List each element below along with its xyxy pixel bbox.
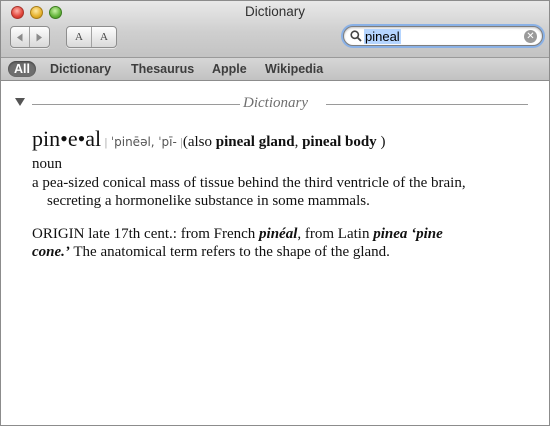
section-rule-left xyxy=(32,104,240,105)
section-header: Dictionary xyxy=(15,95,535,111)
also-open: (also xyxy=(182,134,216,150)
origin-latin-word: pinea ‘pine xyxy=(373,226,443,242)
also-comma: , xyxy=(294,134,303,150)
section-rule-right xyxy=(326,104,528,105)
font-size-buttons: A A xyxy=(66,26,117,48)
also-close: ) xyxy=(376,134,386,150)
scope-wikipedia[interactable]: Wikipedia xyxy=(259,61,329,77)
search-input[interactable]: pineal xyxy=(364,29,401,44)
pron-separator: | xyxy=(104,135,108,149)
origin-latin-gloss: cone.’ xyxy=(32,244,70,260)
font-larger-button[interactable]: A xyxy=(91,27,116,47)
origin-line-1: ORIGIN late 17th cent.: from French piné… xyxy=(32,226,443,243)
origin-text-c: , from Latin xyxy=(297,226,374,242)
search-icon xyxy=(350,30,362,42)
navigation-buttons xyxy=(10,26,50,48)
scope-thesaurus[interactable]: Thesaurus xyxy=(125,61,200,77)
scope-apple[interactable]: Apple xyxy=(206,61,253,77)
scope-all[interactable]: All xyxy=(8,61,36,77)
origin-text-a: ORIGIN late 17th cent.: from French xyxy=(32,226,260,242)
font-smaller-button[interactable]: A xyxy=(67,27,91,47)
definition-pane: Dictionary pin•e•al | ˈpinēəl, ˈpī- |(al… xyxy=(1,81,549,425)
forward-arrow-icon xyxy=(36,33,42,41)
title-bar: Dictionary A A pineal ✕ xyxy=(1,1,549,58)
window-title: Dictionary xyxy=(244,4,306,19)
dictionary-window: Dictionary A A pineal ✕ All Dictionary T… xyxy=(0,0,550,426)
back-button[interactable] xyxy=(11,27,29,47)
headword: pin•e•al xyxy=(32,126,102,151)
entry-headline: pin•e•al | ˈpinēəl, ˈpī- |(also pineal g… xyxy=(32,126,385,152)
section-title: Dictionary xyxy=(243,95,308,111)
clear-search-icon[interactable]: ✕ xyxy=(524,30,537,43)
scope-dictionary[interactable]: Dictionary xyxy=(44,61,117,77)
origin-text-f: The anatomical term refers to the shape … xyxy=(69,244,390,260)
pronunciation-1: ˈpinēəl, xyxy=(110,135,155,149)
definition-line-2: secreting a hormonelike substance in som… xyxy=(47,193,370,209)
definition-line-1: a pea-sized conical mass of tissue behin… xyxy=(32,175,466,191)
scope-bar: All Dictionary Thesaurus Apple Wikipedia xyxy=(1,58,549,81)
origin-line-2: cone.’ The anatomical term refers to the… xyxy=(32,244,390,261)
search-field[interactable]: pineal ✕ xyxy=(343,26,543,46)
also-term-2: pineal body xyxy=(302,134,377,150)
origin-french-word: pinéal xyxy=(259,226,298,242)
part-of-speech: noun xyxy=(32,156,62,172)
pronunciation-2: ˈpī- xyxy=(158,135,177,149)
also-term-1: pineal gland xyxy=(215,134,295,150)
forward-button[interactable] xyxy=(29,27,48,47)
disclosure-triangle-icon[interactable] xyxy=(15,98,25,106)
back-arrow-icon xyxy=(17,33,23,41)
